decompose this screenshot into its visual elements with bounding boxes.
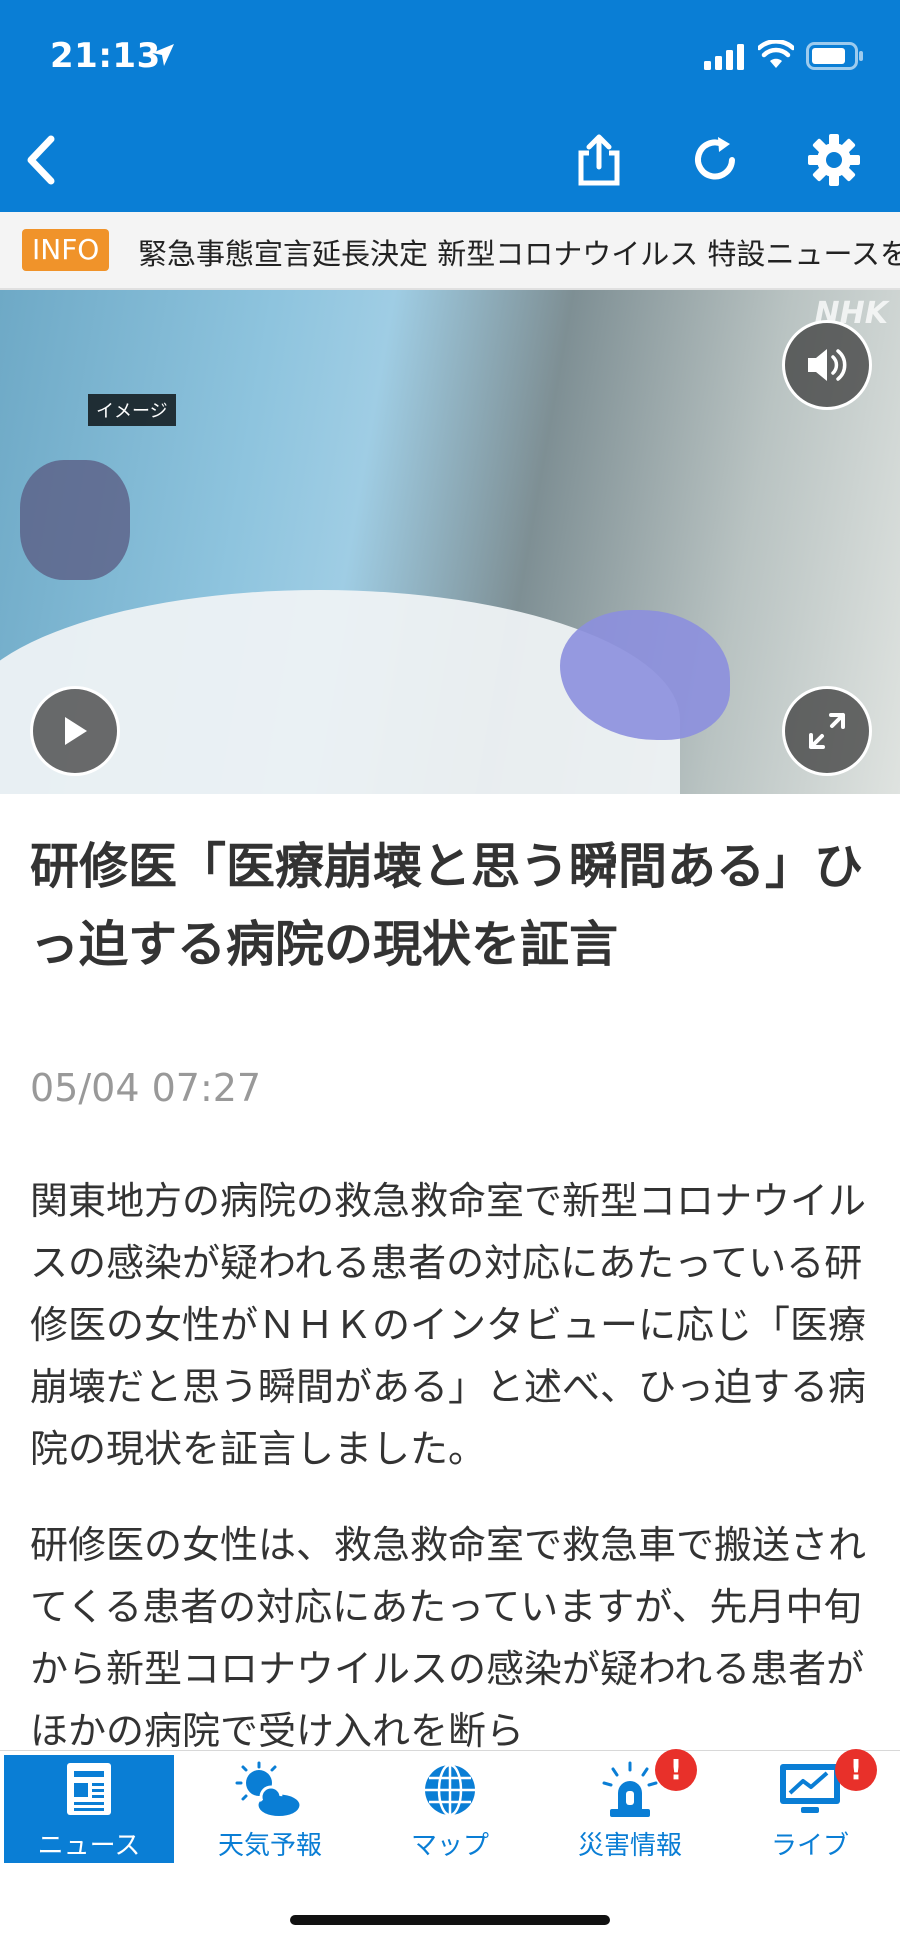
alert-badge: ! <box>655 1749 697 1791</box>
mute-button[interactable] <box>782 320 872 410</box>
wifi-icon <box>758 40 794 68</box>
tab-map[interactable]: マップ <box>365 1755 535 1863</box>
back-button[interactable] <box>6 125 76 195</box>
tab-label: ライブ <box>770 1831 849 1861</box>
share-icon <box>578 134 620 186</box>
refresh-button[interactable] <box>680 125 750 195</box>
app-header: 21:13 <box>0 0 900 212</box>
article-headline: 研修医「医療崩壊と思う瞬間ある」ひっ迫する病院の現状を証言 <box>30 838 864 973</box>
ticker-text: 緊急事態宣言延長決定 新型コロナウイルス 特設ニュースを <box>138 237 900 271</box>
cellular-signal-icon <box>704 44 744 70</box>
video-player[interactable]: NHK イメージ <box>0 290 900 794</box>
tab-label: 災害情報 <box>577 1831 682 1861</box>
fullscreen-button[interactable] <box>782 686 872 776</box>
settings-button[interactable] <box>799 125 869 195</box>
alarm-light-icon <box>602 1761 658 1817</box>
article-paragraph: 研修医の女性は、救急救命室で救急車で搬送されてくる患者の対応にあたっていますが、… <box>30 1523 867 1753</box>
tab-label: マップ <box>410 1831 489 1861</box>
location-arrow-icon <box>152 44 174 66</box>
speaker-icon <box>808 349 847 381</box>
home-indicator <box>290 1915 610 1925</box>
tab-label: 天気予報 <box>217 1831 322 1861</box>
share-button[interactable] <box>564 125 634 195</box>
tab-news[interactable]: ニュース <box>4 1755 174 1863</box>
chevron-left-icon <box>27 135 55 185</box>
tab-live[interactable]: ! ライブ <box>725 1749 895 1863</box>
info-ticker[interactable]: INFO 緊急事態宣言延長決定 新型コロナウイルス 特設ニュースを <box>0 212 900 290</box>
live-tv-icon <box>780 1764 840 1813</box>
battery-icon <box>806 42 863 70</box>
play-button[interactable] <box>30 686 120 776</box>
newspaper-icon <box>67 1763 111 1815</box>
tab-weather[interactable]: 天気予報 <box>185 1755 355 1863</box>
globe-icon <box>425 1763 475 1817</box>
article-paragraph: 関東地方の病院の救急救命室で新型コロナウイルスの感染が疑われる患者の対応にあたっ… <box>30 1179 867 1471</box>
fullscreen-icon <box>809 713 845 749</box>
info-badge: INFO <box>22 229 110 271</box>
article-timestamp: 05/04 07:27 <box>30 1066 262 1110</box>
status-time: 21:13 <box>50 36 161 76</box>
play-icon <box>65 717 87 745</box>
weather-icon <box>235 1761 303 1819</box>
gear-icon <box>808 134 860 186</box>
tab-disaster-info[interactable]: ! 災害情報 <box>545 1749 715 1863</box>
tab-label: ニュース <box>37 1831 141 1861</box>
image-caption-tag: イメージ <box>88 394 176 426</box>
refresh-icon <box>695 137 735 180</box>
alert-badge: ! <box>835 1749 877 1791</box>
